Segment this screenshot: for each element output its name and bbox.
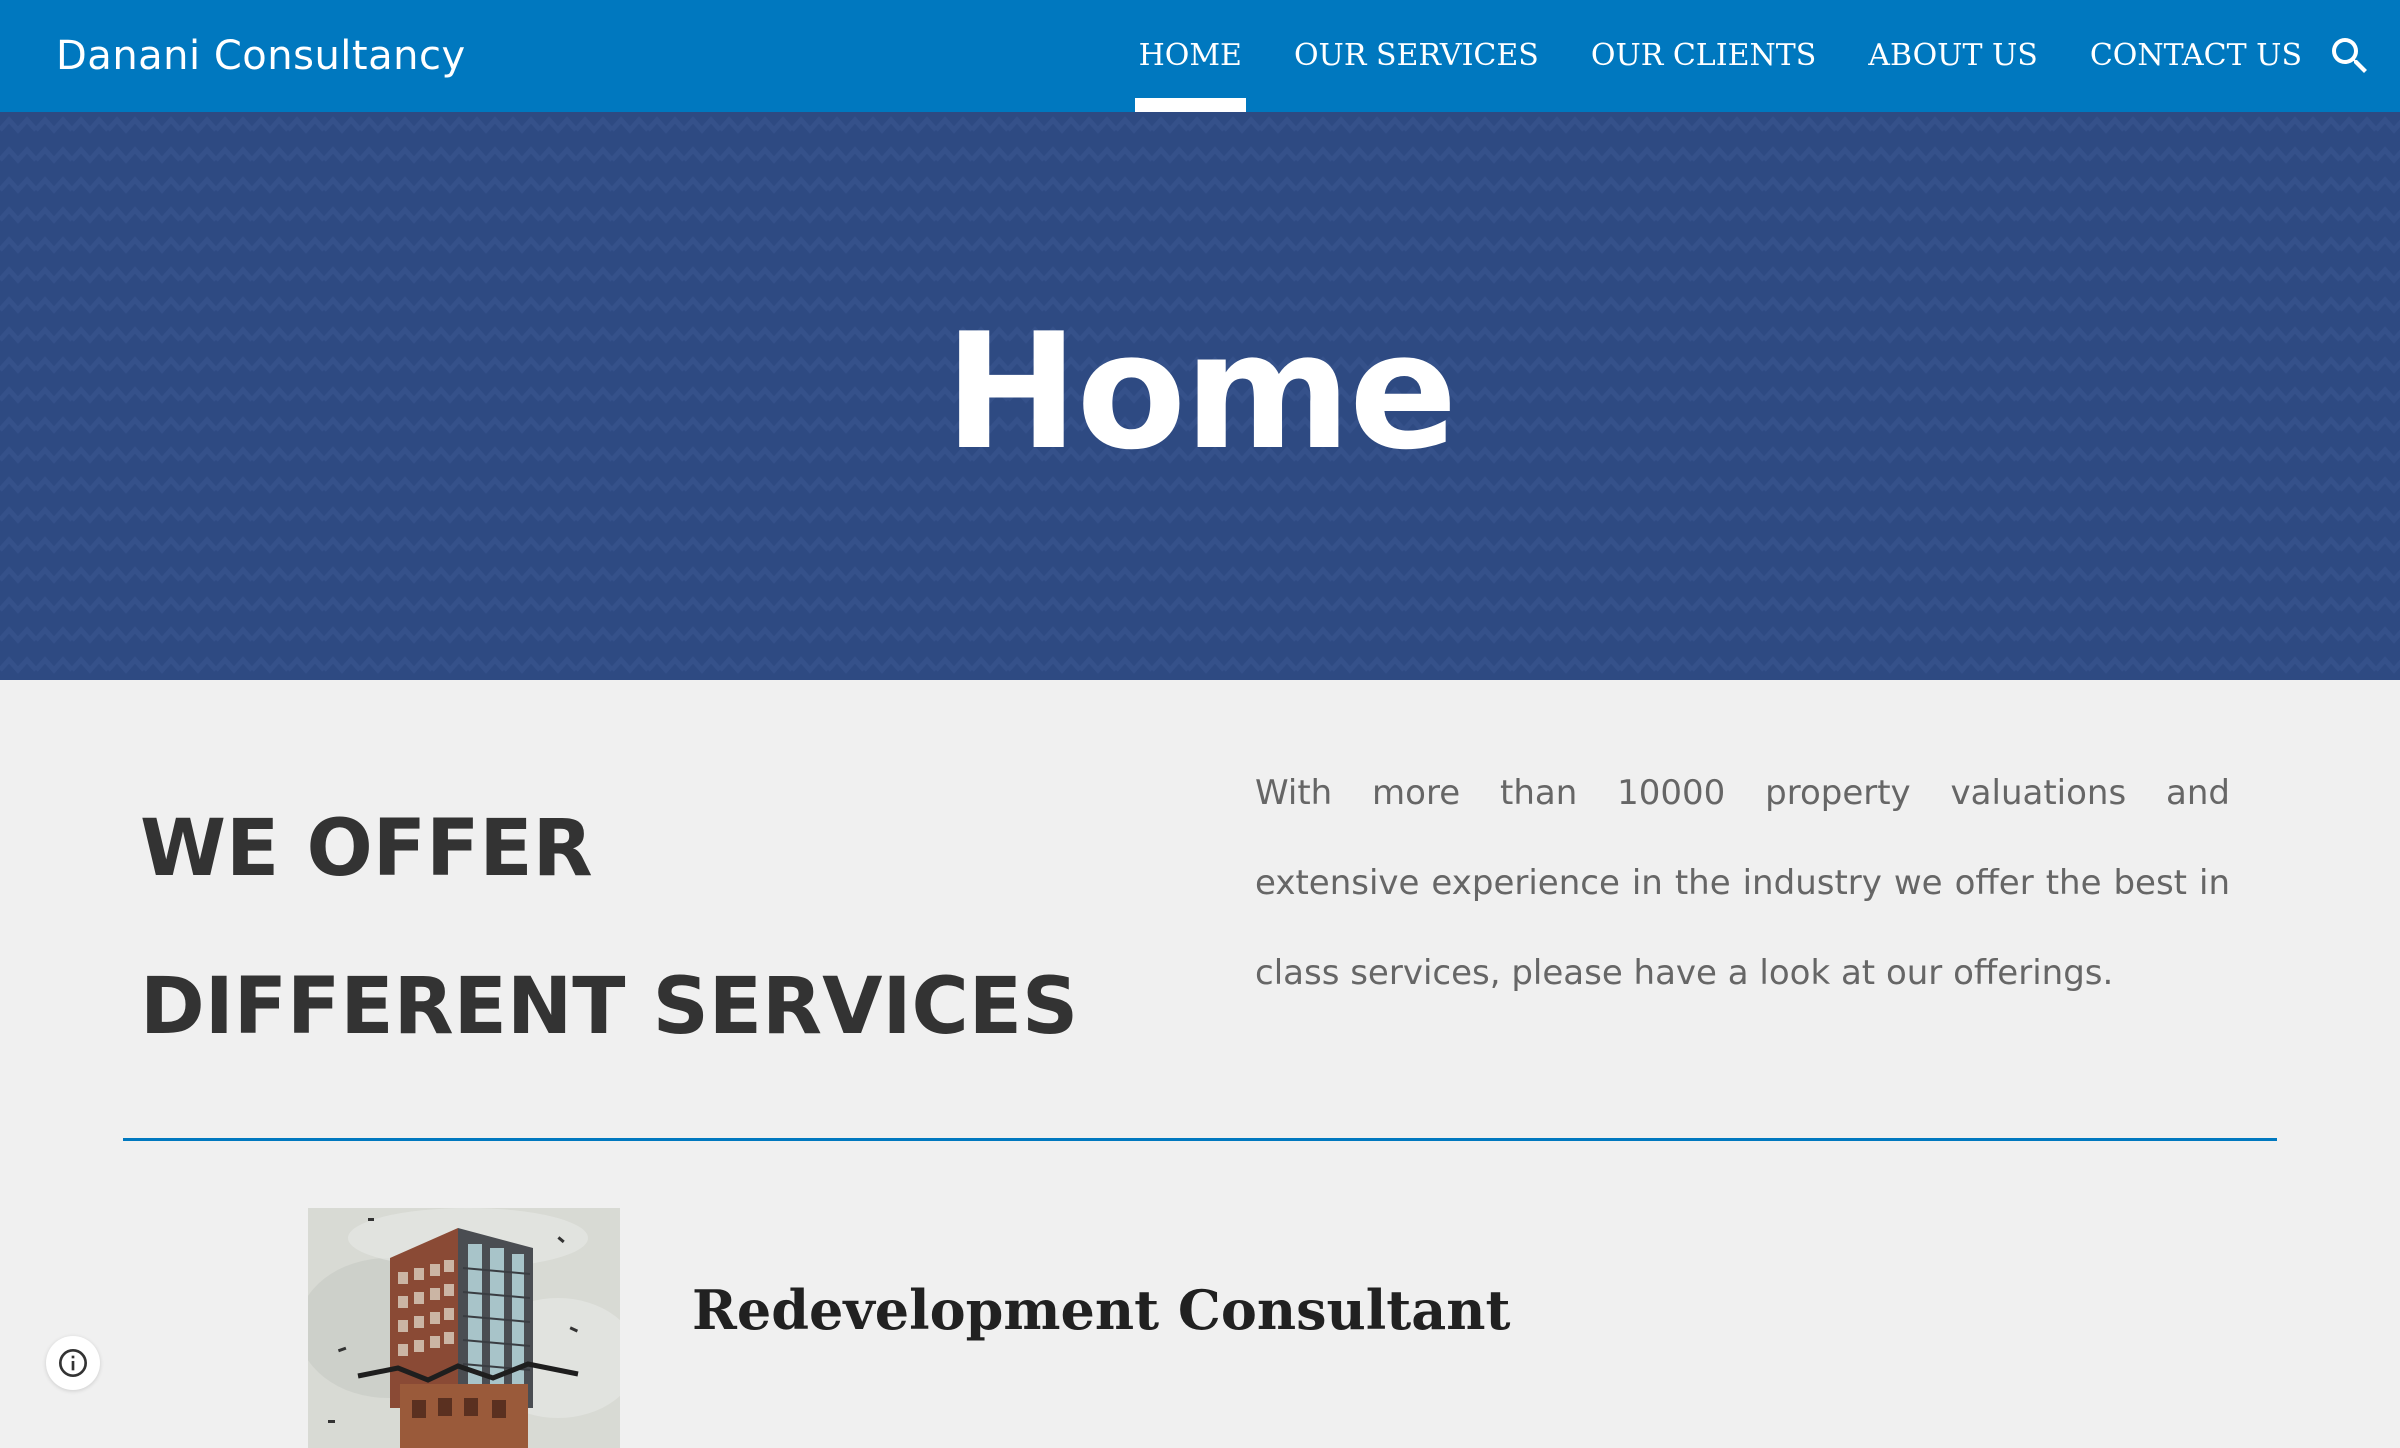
search-icon[interactable]: [2326, 32, 2374, 80]
offer-description: With more than 10000 property valuations…: [1255, 773, 2230, 993]
info-icon[interactable]: [46, 1336, 100, 1390]
service-title-redevelopment[interactable]: Redevelopment Consultant: [692, 1270, 1510, 1350]
nav-item-our-clients[interactable]: OUR CLIENTS: [1591, 0, 1816, 112]
building-illustration: [308, 1208, 620, 1448]
nav-item-about-us[interactable]: ABOUT US: [1868, 0, 2038, 112]
hero-banner: Home: [0, 112, 2400, 680]
offer-heading: WE OFFER DIFFERENT SERVICES: [140, 770, 1078, 1086]
site-title[interactable]: Danani Consultancy: [56, 28, 466, 84]
section-divider: [123, 1138, 2277, 1141]
nav-item-our-services[interactable]: OUR SERVICES: [1294, 0, 1539, 112]
page-title: Home: [944, 298, 1457, 485]
main-nav: HOME OUR SERVICES OUR CLIENTS ABOUT US C…: [1134, 0, 2302, 112]
nav-item-home[interactable]: HOME: [1134, 0, 1247, 112]
offer-heading-line-2: DIFFERENT SERVICES: [140, 962, 1079, 1052]
top-nav-bar: Danani Consultancy HOME OUR SERVICES OUR…: [0, 0, 2400, 112]
nav-item-contact-us[interactable]: CONTACT US: [2090, 0, 2302, 112]
offer-heading-line-1: WE OFFER: [140, 804, 593, 894]
